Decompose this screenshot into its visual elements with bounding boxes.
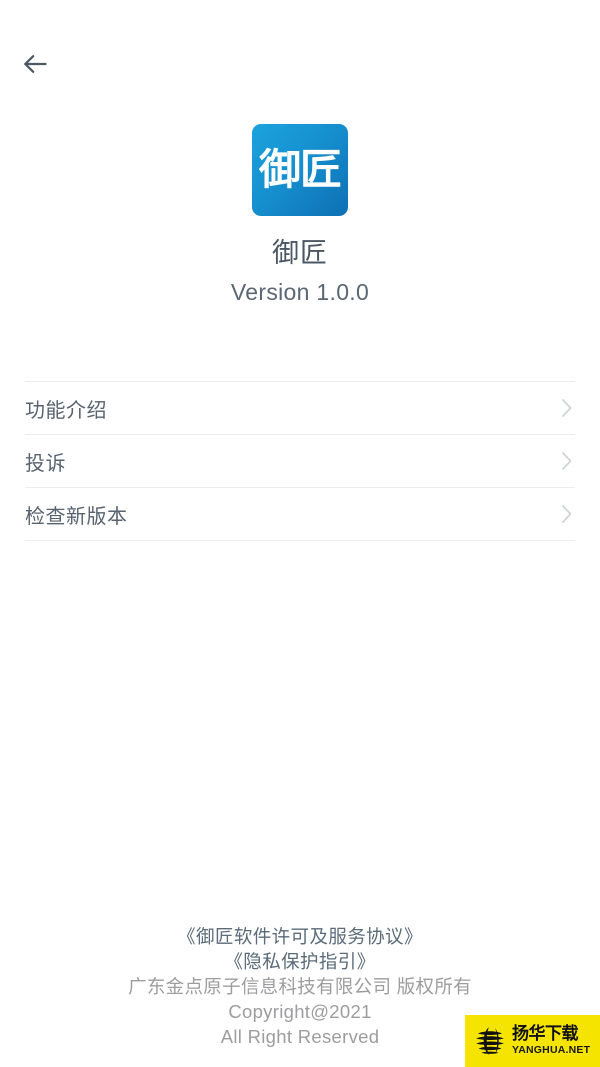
menu-item-label: 检查新版本: [25, 505, 128, 528]
chevron-right-icon: [559, 501, 575, 527]
app-logo-icon: 御匠: [252, 124, 348, 216]
about-screen: 御匠 御匠 Version 1.0.0 功能介绍 投诉 检查新版本 《御匠软件许…: [0, 0, 600, 1067]
menu-item-feature-intro[interactable]: 功能介绍: [0, 382, 600, 434]
globe-icon: [473, 1024, 507, 1058]
app-version: Version 1.0.0: [230, 279, 370, 305]
app-logo-text: 御匠: [258, 145, 342, 194]
menu-item-complaint[interactable]: 投诉: [0, 435, 600, 487]
watermark-badge: 扬华下载 YANGHUA.NET: [465, 1015, 600, 1067]
arrow-left-icon: [21, 53, 49, 75]
menu-item-check-update[interactable]: 检查新版本: [0, 488, 600, 540]
back-button[interactable]: [12, 42, 58, 86]
app-name: 御匠: [272, 238, 328, 268]
chevron-right-icon: [559, 448, 575, 474]
license-agreement-link[interactable]: 《御匠软件许可及服务协议》: [0, 924, 600, 949]
app-identity: 御匠 御匠 Version 1.0.0: [0, 124, 600, 306]
chevron-right-icon: [559, 395, 575, 421]
watermark-cn: 扬华下载: [512, 1024, 579, 1045]
list-divider: [25, 540, 575, 541]
copyright-company: 广东金点原子信息科技有限公司 版权所有: [128, 976, 472, 997]
top-bar: [0, 0, 600, 108]
watermark-en: YANGHUA.NET: [512, 1044, 591, 1057]
menu-list: 功能介绍 投诉 检查新版本: [0, 381, 600, 541]
privacy-policy-link[interactable]: 《隐私保护指引》: [0, 949, 600, 974]
menu-item-label: 投诉: [25, 452, 66, 475]
menu-item-label: 功能介绍: [25, 399, 107, 422]
watermark-text: 扬华下载 YANGHUA.NET: [512, 1026, 590, 1056]
